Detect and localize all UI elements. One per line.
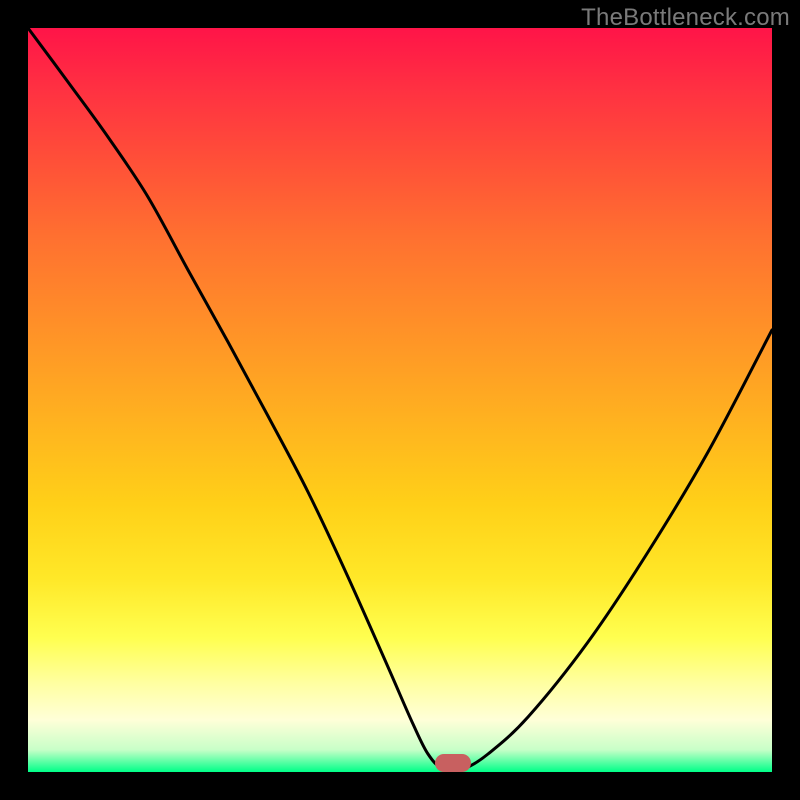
bottleneck-curve <box>28 28 772 772</box>
plot-area <box>28 28 772 772</box>
watermark-label: TheBottleneck.com <box>581 4 790 32</box>
chart-frame: TheBottleneck.com <box>0 0 800 800</box>
minimum-marker <box>435 754 471 772</box>
